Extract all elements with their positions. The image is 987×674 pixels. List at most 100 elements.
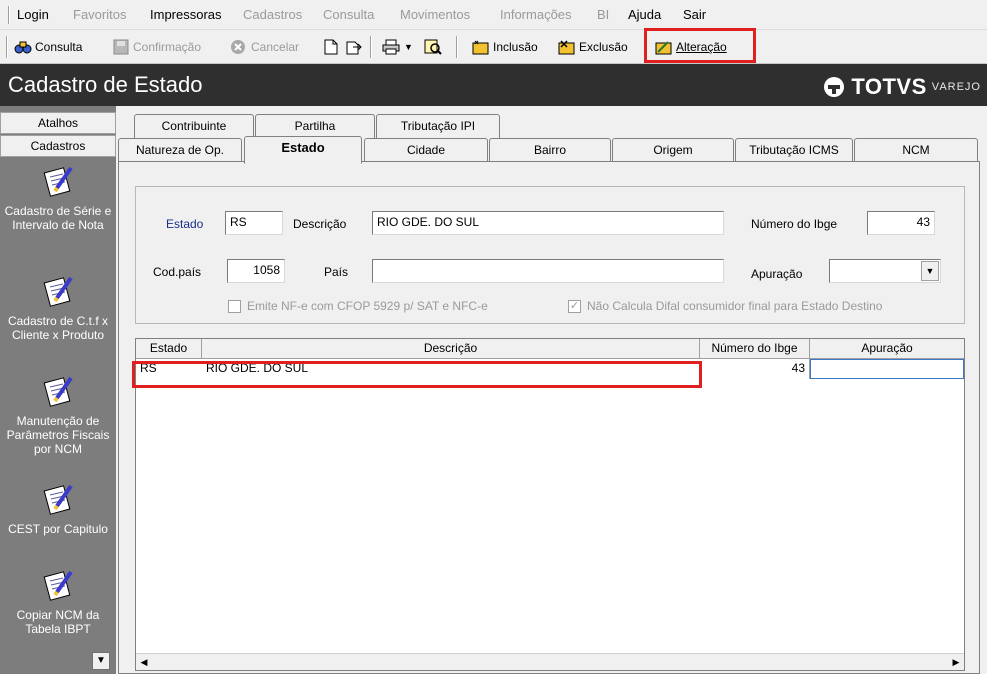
new-document-icon [324,39,338,55]
help-search-button[interactable] [424,36,445,58]
print-dropdown-icon[interactable]: ▼ [404,42,413,52]
delete-record-icon [558,40,575,55]
sidebar-item-label: Cadastro de Série e Intervalo de Nota [4,204,112,232]
apuracao-select[interactable]: ▼ [829,259,941,283]
document-export-icon [346,41,362,55]
new-document-button[interactable] [322,36,343,58]
print-button[interactable]: ▼ [382,36,413,58]
notepad-pencil-icon [43,276,73,307]
sidebar-scroll-down-button[interactable]: ▼ [92,652,110,670]
emite-nfe-checkbox[interactable]: Emite NF-e com CFOP 5929 p/ SAT e NFC-e [228,299,488,313]
descricao-label: Descrição [293,217,347,231]
menu-informacoes[interactable]: Informações [500,7,572,22]
toolbar-separator-2 [456,36,458,58]
tab-origem[interactable]: Origem [612,138,734,162]
confirmacao-button[interactable]: Confirmação [112,36,201,58]
estado-label: Estado [166,217,204,231]
menu-login[interactable]: Login [17,7,49,22]
brand-logo: TOTVS VAREJO [823,74,981,100]
save-icon [113,39,129,55]
menu-grip [8,6,10,24]
tab-contribuinte[interactable]: Contribuinte [134,114,254,138]
alteracao-highlight-box [644,28,756,63]
tab-bairro[interactable]: Bairro [489,138,611,162]
menu-consulta[interactable]: Consulta [323,7,374,22]
exclusao-label: Exclusão [579,40,628,54]
notepad-pencil-icon [43,166,73,197]
page-title: Cadastro de Estado [8,72,203,97]
scroll-left-icon[interactable]: ◀ [136,655,152,670]
toolbar: Consulta Confirmação Cancelar ▼ Inclusão… [0,30,987,64]
toolbar-separator [370,36,372,58]
menu-ajuda[interactable]: Ajuda [628,7,661,22]
grid-header-estado[interactable]: Estado [136,339,202,359]
estado-form: Estado RS Descrição RIO GDE. DO SUL Núme… [135,186,965,324]
brand-name: TOTVS [851,74,927,99]
totvs-logo-icon [824,77,845,97]
grid-header-ibge[interactable]: Número do Ibge [700,339,810,359]
nao-calcula-difal-label: Não Calcula Difal consumidor final para … [587,299,883,313]
consulta-button[interactable]: Consulta [14,36,82,58]
tab-tributacao-icms[interactable]: Tributação ICMS [735,138,853,162]
tab-partilha[interactable]: Partilha [255,114,375,138]
estado-input[interactable]: RS [225,211,283,235]
export-button[interactable] [345,36,366,58]
descricao-input[interactable]: RIO GDE. DO SUL [372,211,724,235]
toolbar-grip [6,36,8,58]
inclusao-button[interactable]: Inclusão [472,36,538,58]
apuracao-label: Apuração [751,267,803,281]
tab-cidade[interactable]: Cidade [364,138,488,162]
grid-cell-ibge[interactable]: 43 [700,359,810,379]
tab-natureza-op[interactable]: Natureza de Op. [118,138,242,162]
grid-cell-apuracao[interactable] [810,359,964,379]
sidebar-tab-cadastros[interactable]: Cadastros [0,135,116,157]
nao-calcula-difal-checkbox[interactable]: ✓ Não Calcula Difal consumidor final par… [568,299,882,313]
tab-tributacao-ipi[interactable]: Tributação IPI [376,114,500,138]
menu-impressoras[interactable]: Impressoras [150,7,222,22]
help-search-icon [424,39,442,55]
sidebar-item-label: Manutenção de Parâmetros Fiscais por NCM [6,414,110,456]
tab-estado[interactable]: Estado [244,136,362,164]
tab-ncm[interactable]: NCM [854,138,978,162]
menu-cadastros[interactable]: Cadastros [243,7,302,22]
codpais-label: Cod.país [153,265,202,279]
grid-horizontal-scrollbar[interactable]: ◀ ▶ [136,653,964,670]
cancelar-button[interactable]: Cancelar [230,36,299,58]
checkmark-icon[interactable]: ✓ [568,299,581,313]
sidebar-tab-atalhos[interactable]: Atalhos [0,112,116,134]
menu-favoritos[interactable]: Favoritos [73,7,126,22]
scroll-right-icon[interactable]: ▶ [948,655,964,670]
sidebar-item-serie-intervalo-nota[interactable]: Cadastro de Série e Intervalo de Nota [0,164,116,232]
sidebar-item-ctf-cliente-produto[interactable]: Cadastro de C.t.f x Cliente x Produto [0,274,116,342]
codpais-input[interactable]: 1058 [227,259,285,283]
pais-input[interactable] [372,259,724,283]
checkbox-box[interactable] [228,299,241,313]
brand-sub: VAREJO [931,81,981,93]
confirmacao-label: Confirmação [133,40,202,54]
grid-header-descricao[interactable]: Descrição [202,339,700,359]
sidebar-item-label: Cadastro de C.t.f x Cliente x Produto [7,314,109,342]
chevron-down-icon[interactable]: ▼ [921,261,939,281]
notepad-pencil-icon [43,570,73,601]
sidebar: Atalhos Cadastros Cadastro de Série e In… [0,106,116,674]
grid-header-apuracao[interactable]: Apuração [810,339,964,359]
menu-sair[interactable]: Sair [683,7,706,22]
row-highlight-box [132,361,702,388]
consulta-label: Consulta [35,40,83,54]
notepad-pencil-icon [43,376,73,407]
ibge-input[interactable]: 43 [867,211,935,235]
sidebar-item-cest-capitulo[interactable]: CEST por Capitulo [0,482,116,536]
menu-bi[interactable]: BI [597,7,609,22]
printer-icon [382,39,400,55]
sidebar-item-parametros-fiscais-ncm[interactable]: Manutenção de Parâmetros Fiscais por NCM [0,374,116,456]
exclusao-button[interactable]: Exclusão [558,36,628,58]
menu-movimentos[interactable]: Movimentos [400,7,470,22]
sidebar-item-label: Copiar NCM da Tabela IBPT [16,608,100,636]
add-record-icon [472,40,489,55]
sidebar-item-copiar-ncm-ibpt[interactable]: Copiar NCM da Tabela IBPT [0,568,116,636]
main-content: Contribuinte Partilha Tributação IPI Nat… [116,106,987,674]
ibge-label: Número do Ibge [751,217,838,231]
emite-nfe-label: Emite NF-e com CFOP 5929 p/ SAT e NFC-e [247,299,488,313]
cancelar-label: Cancelar [251,40,300,54]
inclusao-label: Inclusão [493,40,538,54]
